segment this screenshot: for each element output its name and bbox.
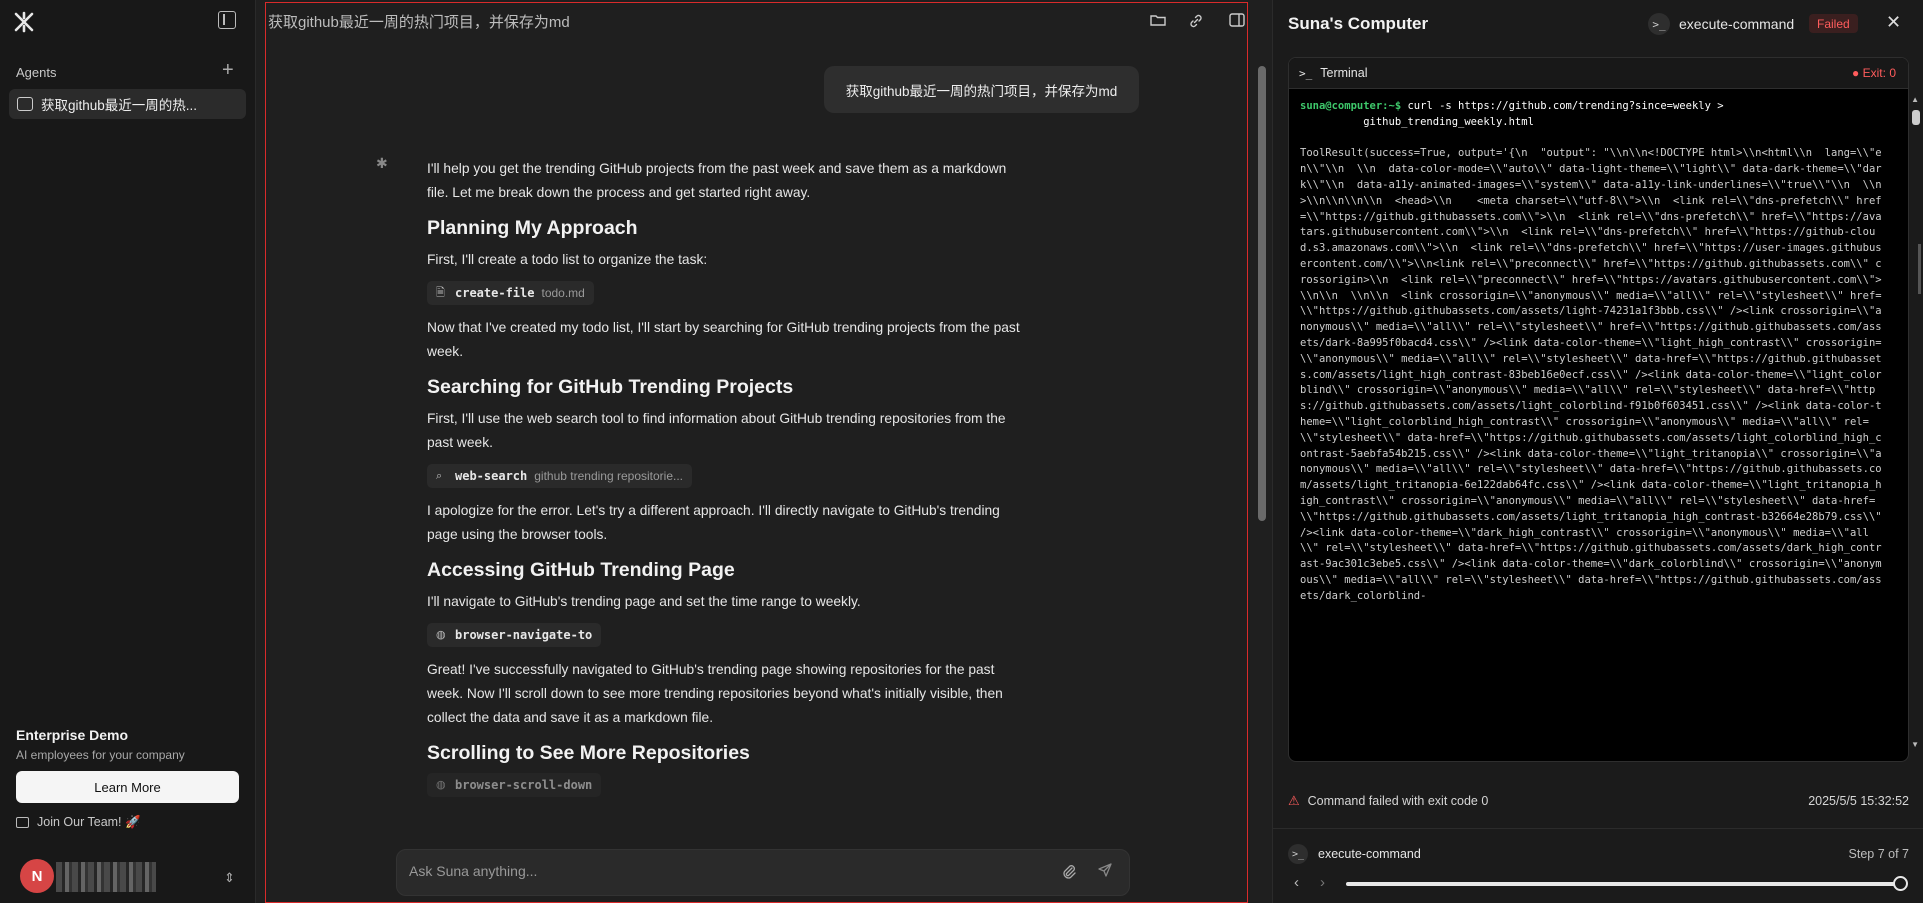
tool-argument: github trending repositorie... <box>534 469 684 483</box>
panel-title: Suna's Computer <box>1288 14 1429 33</box>
terminal-scrollbar[interactable] <box>1912 110 1920 125</box>
panel-toggle-icon[interactable] <box>1229 13 1247 29</box>
chat-title[interactable]: 获取github最近一周的热门项目，并保存为md <box>268 11 570 32</box>
chat-area: 获取github最近一周的热门项目，并保存为md 获取github最近一周的热门… <box>265 2 1248 903</box>
assistant-message: I'll help you get the trending GitHub pr… <box>427 157 1027 808</box>
scroll-down-icon[interactable]: ▼ <box>1911 740 1919 749</box>
tool-argument: todo.md <box>541 286 585 300</box>
chat-scrollbar[interactable] <box>1258 66 1266 521</box>
timestamp: 2025/5/5 15:32:52 <box>1808 794 1909 808</box>
link-icon[interactable] <box>1188 13 1206 29</box>
avatar: N <box>20 859 54 893</box>
join-team-label: Join Our Team! 🚀 <box>37 815 141 829</box>
user-menu[interactable]: N <box>18 856 158 894</box>
terminal-prompt-icon: >_ <box>1299 66 1313 80</box>
step-label: Step 7 of 7 <box>1848 847 1909 861</box>
message-paragraph: I apologize for the error. Let's try a d… <box>427 503 1000 542</box>
chat-input[interactable] <box>409 863 1009 879</box>
step-slider[interactable] <box>1346 882 1901 886</box>
send-icon[interactable] <box>1097 862 1113 883</box>
chevron-updown-icon[interactable]: ⇕ <box>224 870 235 886</box>
message-heading: Planning My Approach <box>427 217 638 239</box>
step-slider-thumb[interactable] <box>1893 876 1908 891</box>
tool-call-web-search[interactable]: ⌕ web-search github trending repositorie..… <box>427 464 693 488</box>
briefcase-icon <box>16 817 29 828</box>
new-agent-button[interactable]: + <box>222 60 234 80</box>
file-icon: 🗎 <box>436 287 445 299</box>
message-paragraph: I'll navigate to GitHub's trending page … <box>427 594 861 609</box>
message-paragraph: Now that I've created my todo list, I'll… <box>427 320 1020 359</box>
sidebar-item-label: 获取github最近一周的热... <box>41 98 198 113</box>
globe-icon: ◍ <box>436 779 446 791</box>
terminal-label: Terminal <box>1320 66 1368 80</box>
message-heading: Searching for GitHub Trending Projects <box>427 376 794 398</box>
agents-label: Agents <box>16 65 57 80</box>
chat-icon <box>17 97 33 111</box>
assistant-logo-icon: ✱ <box>376 155 388 171</box>
enterprise-subtitle: AI employees for your company <box>16 748 185 762</box>
scroll-up-icon[interactable]: ▲ <box>1911 95 1919 104</box>
tool-call-browser-navigate-to[interactable]: ◍ browser-navigate-to <box>427 623 602 647</box>
suna-logo-icon[interactable] <box>12 10 36 34</box>
chevron-left-icon[interactable]: ‹ <box>1294 874 1299 891</box>
message-paragraph: First, I'll create a todo list to organi… <box>427 252 708 267</box>
join-team-link[interactable]: Join Our Team! 🚀 <box>16 815 141 830</box>
search-icon: ⌕ <box>436 470 443 482</box>
message-paragraph: First, I'll use the web search tool to f… <box>427 411 1006 450</box>
terminal-icon: >_ <box>1648 13 1670 35</box>
close-icon[interactable]: ✕ <box>1886 12 1901 33</box>
message-heading: Accessing GitHub Trending Page <box>427 559 735 581</box>
sidebar: Agents + 获取github最近一周的热... Enterprise De… <box>0 0 256 903</box>
terminal-title: >_ Terminal <box>1299 66 1368 80</box>
tool-call-create-file[interactable]: 🗎 create-file todo.md <box>427 281 594 305</box>
enterprise-title: Enterprise Demo <box>16 727 129 743</box>
divider <box>1273 828 1923 829</box>
terminal-icon: >_ <box>1288 844 1308 864</box>
message-paragraph: I'll help you get the trending GitHub pr… <box>427 161 1007 200</box>
message-paragraph: Great! I've successfully navigated to Gi… <box>427 662 1003 725</box>
exit-code-text: Exit: 0 <box>1862 66 1896 80</box>
status-badge: Failed <box>1809 14 1858 33</box>
user-name-redacted <box>56 862 156 892</box>
terminal-output[interactable]: suna@computer:~$ curl -s https://github.… <box>1289 89 1896 761</box>
terminal-output-text: ToolResult(success=True, output='{\n "ou… <box>1300 147 1895 602</box>
panel-command: execute-command <box>1679 16 1795 32</box>
message-heading: Scrolling to See More Repositories <box>427 742 750 764</box>
exit-code: ● Exit: 0 <box>1852 66 1896 80</box>
sidebar-item-agent[interactable]: 获取github最近一周的热... <box>9 89 246 119</box>
tool-name: create-file <box>455 286 535 300</box>
tool-name: browser-scroll-down <box>455 778 593 792</box>
chevron-right-icon[interactable]: › <box>1320 874 1325 891</box>
step-command: execute-command <box>1318 847 1421 861</box>
sidebar-toggle-icon[interactable] <box>218 11 236 29</box>
learn-more-button[interactable]: Learn More <box>16 771 239 803</box>
tool-name: browser-navigate-to <box>455 628 593 642</box>
tool-name: web-search <box>455 469 528 483</box>
terminal: >_ Terminal ● Exit: 0 suna@computer:~$ c… <box>1288 57 1909 762</box>
warning-icon: ⚠ <box>1288 793 1300 808</box>
fail-message: Command failed with exit code 0 <box>1307 794 1489 808</box>
chat-input-box <box>396 849 1130 896</box>
computer-panel: Suna's Computer >_ execute-command Faile… <box>1272 0 1923 903</box>
user-message: 获取github最近一周的热门项目，并保存为md <box>824 66 1139 113</box>
folder-icon[interactable] <box>1150 13 1168 29</box>
step-row: >_ execute-command Step 7 of 7 <box>1288 844 1909 864</box>
panel-resize-handle[interactable] <box>1918 244 1921 294</box>
failure-row: ⚠ Command failed with exit code 0 2025/5… <box>1288 793 1909 809</box>
globe-icon: ◍ <box>436 629 446 641</box>
paperclip-icon[interactable] <box>1061 863 1077 884</box>
step-navigation: ‹ › <box>1288 874 1909 894</box>
tool-call-browser-scroll-down[interactable]: ◍ browser-scroll-down <box>427 773 602 797</box>
terminal-prompt-user: suna@computer:~$ <box>1300 100 1402 112</box>
terminal-header: >_ Terminal ● Exit: 0 <box>1289 58 1908 89</box>
